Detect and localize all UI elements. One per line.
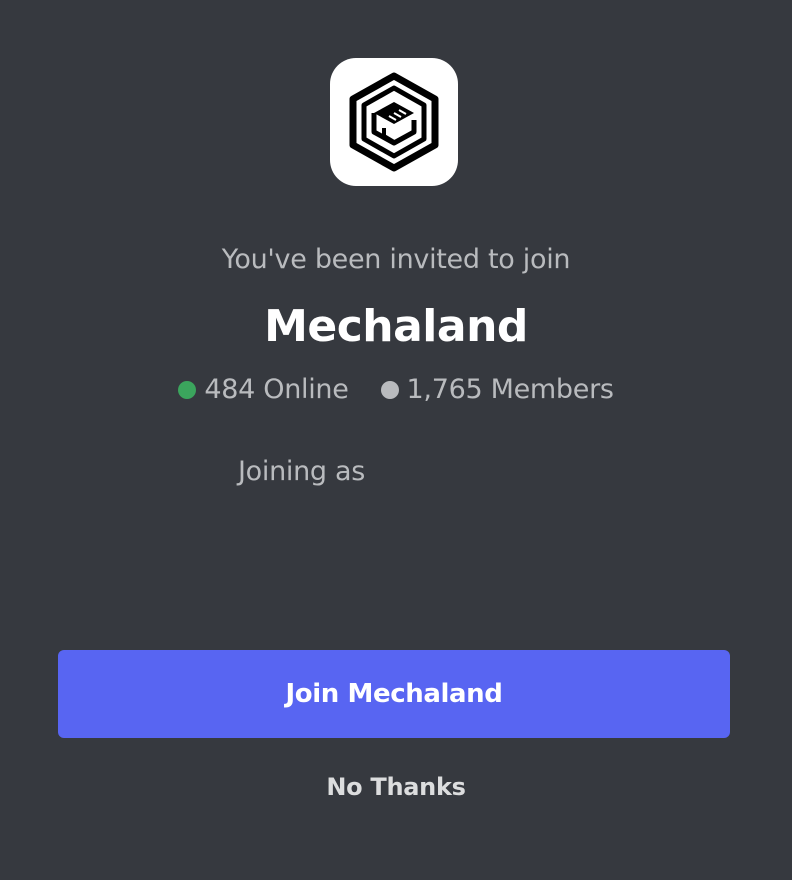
joining-as-label: Joining as [238, 456, 366, 487]
member-count: 1,765 Members [406, 374, 614, 405]
no-thanks-button[interactable]: No Thanks [0, 770, 792, 804]
server-icon [330, 58, 458, 186]
invite-modal: You've been invited to join Mechaland 48… [0, 0, 792, 880]
server-stats: 484 Online 1,765 Members [0, 372, 792, 408]
members-stat: 1,765 Members [380, 372, 614, 408]
online-stat: 484 Online [178, 372, 349, 408]
status-members-dot-icon [380, 381, 399, 399]
join-server-button[interactable]: Join Mechaland [58, 650, 730, 738]
status-online-dot-icon [178, 381, 197, 399]
invite-subtitle: You've been invited to join [221, 244, 571, 275]
mechaland-logo-icon [349, 72, 439, 172]
server-name: Mechaland [264, 301, 528, 352]
join-button-label: Join Mechaland [285, 679, 503, 709]
online-count: 484 Online [204, 374, 349, 405]
